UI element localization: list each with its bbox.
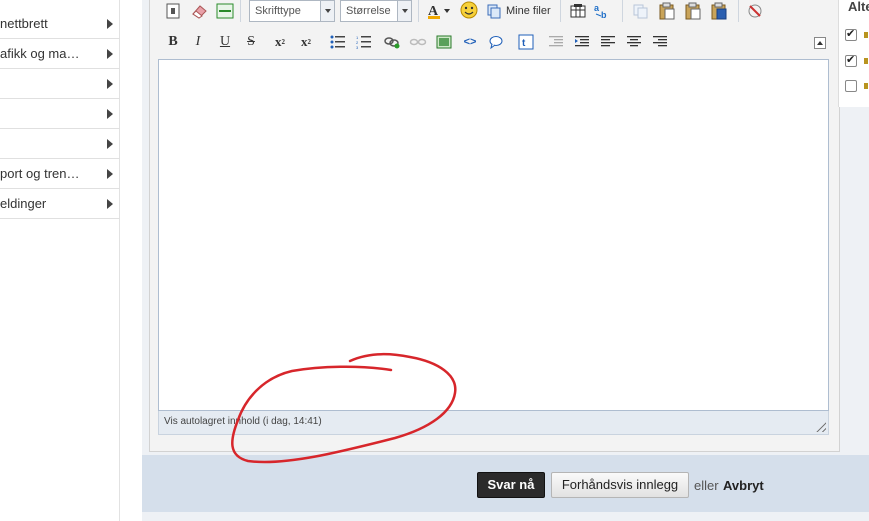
sidebar-item-label: afikk og ma… <box>0 46 80 61</box>
image-icon[interactable] <box>434 32 454 52</box>
toolbar-separator <box>622 0 623 22</box>
toolbar-separator <box>560 0 561 22</box>
option-label-3 <box>864 83 868 89</box>
chevron-right-icon <box>107 79 113 89</box>
option-checkbox-3[interactable] <box>845 80 857 92</box>
indent-icon[interactable] <box>572 32 592 52</box>
toolbar-separator <box>738 0 739 22</box>
chevron-right-icon <box>107 49 113 59</box>
align-left-icon[interactable] <box>598 32 618 52</box>
source-icon[interactable] <box>163 1 183 21</box>
sidebar-item-messages[interactable]: eldinger <box>0 189 120 219</box>
svg-text:3: 3 <box>356 45 359 49</box>
chevron-down-icon <box>397 1 411 21</box>
chevron-right-icon <box>107 139 113 149</box>
files-icon <box>487 4 501 19</box>
option-label-2 <box>864 58 868 64</box>
options-panel-title: Alte <box>848 0 869 14</box>
code-icon[interactable]: <> <box>460 32 480 52</box>
quote-icon[interactable] <box>486 32 506 52</box>
font-select[interactable]: Skrifttype <box>249 0 335 22</box>
size-select-label: Størrelse <box>346 5 391 17</box>
sidebar-item-tablets[interactable]: nettbrett <box>0 9 120 39</box>
strikethrough-icon[interactable]: S <box>241 32 261 52</box>
horizontal-rule-icon[interactable] <box>215 1 235 21</box>
sidebar-item-label: eldinger <box>0 196 47 211</box>
chevron-right-icon <box>107 19 113 29</box>
twitter-icon[interactable]: t <box>516 32 536 52</box>
bulleted-list-icon[interactable] <box>328 32 348 52</box>
copy-icon[interactable] <box>631 1 651 21</box>
size-select[interactable]: Størrelse <box>340 0 412 22</box>
italic-icon[interactable]: I <box>188 32 208 52</box>
sidebar-item-5[interactable] <box>0 129 120 159</box>
table-icon[interactable] <box>568 1 588 21</box>
preview-post-button[interactable]: Forhåndsvis innlegg <box>551 472 689 498</box>
sidebar-item-4[interactable] <box>0 99 120 129</box>
link-icon[interactable] <box>382 32 402 52</box>
my-files-label: Mine filer <box>506 5 551 17</box>
or-text: eller <box>694 478 719 493</box>
resize-grip-icon[interactable] <box>814 420 826 432</box>
smiley-icon[interactable] <box>459 0 479 20</box>
collapse-toolbar-icon[interactable] <box>814 37 826 49</box>
sidebar-item-3[interactable] <box>0 69 120 99</box>
underline-icon[interactable]: U <box>215 32 235 52</box>
chevron-right-icon <box>107 199 113 209</box>
option-checkbox-1[interactable] <box>845 27 857 41</box>
message-editor-textarea[interactable] <box>158 59 829 411</box>
chevron-down-icon <box>320 1 334 21</box>
my-files-button[interactable]: Mine filer <box>486 1 554 21</box>
svg-text:b: b <box>601 10 607 20</box>
unlink-icon[interactable] <box>408 32 428 52</box>
toolbar-separator <box>240 0 241 22</box>
eraser-icon[interactable] <box>189 1 209 21</box>
autosave-link[interactable]: Vis autolagret innhold (i dag, 14:41) <box>164 416 322 427</box>
font-color-icon[interactable]: A <box>426 1 454 21</box>
options-panel: Alte <box>838 0 869 107</box>
sidebar-item-label: nettbrett <box>0 16 48 31</box>
paste-icon[interactable] <box>657 1 677 21</box>
outdent-icon[interactable] <box>546 32 566 52</box>
cancel-link[interactable]: Avbryt <box>723 478 764 493</box>
subscript-icon[interactable]: x2 <box>270 32 290 52</box>
option-checkbox-2[interactable] <box>845 53 857 67</box>
align-right-icon[interactable] <box>650 32 670 52</box>
sidebar-item-label: port og tren… <box>0 166 80 181</box>
spellcheck-icon[interactable]: ab <box>593 1 613 21</box>
numbered-list-icon[interactable]: 123 <box>354 32 374 52</box>
forum-sidebar: nettbrett afikk og ma… port og tren… eld… <box>0 0 120 521</box>
chevron-right-icon <box>107 169 113 179</box>
remove-format-icon[interactable] <box>745 1 765 21</box>
font-select-label: Skrifttype <box>255 5 301 17</box>
sidebar-item-graphics[interactable]: afikk og ma… <box>0 39 120 69</box>
align-center-icon[interactable] <box>624 32 644 52</box>
toolbar-separator <box>418 0 419 22</box>
chevron-right-icon <box>107 109 113 119</box>
paste-word-icon[interactable] <box>709 1 729 21</box>
paste-text-icon[interactable] <box>683 1 703 21</box>
editor-status-bar: Vis autolagret innhold (i dag, 14:41) <box>158 411 829 435</box>
superscript-icon[interactable]: x2 <box>296 32 316 52</box>
reply-now-button[interactable]: Svar nå <box>477 472 545 498</box>
sidebar-item-sport[interactable]: port og tren… <box>0 159 120 189</box>
option-label-1 <box>864 32 868 38</box>
svg-text:a: a <box>594 3 600 13</box>
bold-icon[interactable]: B <box>163 32 183 52</box>
